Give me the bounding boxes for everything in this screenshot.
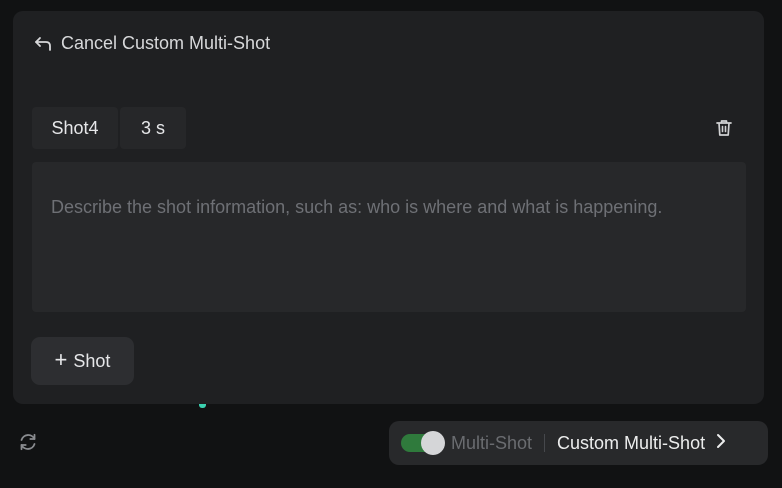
- refresh-icon[interactable]: [17, 431, 39, 453]
- trash-icon[interactable]: [713, 117, 735, 139]
- plus-icon: +: [54, 347, 68, 372]
- multi-shot-label: Multi-Shot: [451, 432, 533, 453]
- custom-multi-shot-button[interactable]: Custom Multi-Shot: [557, 433, 705, 454]
- accent-indicator: [199, 404, 206, 408]
- shot-duration-select[interactable]: 3 s: [120, 107, 186, 149]
- shot-description-placeholder: Describe the shot information, such as: …: [51, 197, 663, 217]
- cancel-label: Cancel Custom Multi-Shot: [61, 33, 271, 53]
- shot-header: Shot4 3 s: [32, 107, 186, 149]
- back-arrow-icon: [33, 35, 53, 53]
- add-shot-label: Shot: [73, 350, 111, 371]
- shot-description-input[interactable]: Describe the shot information, such as: …: [32, 162, 746, 312]
- toggle-knob: [421, 431, 445, 455]
- shot-name-tab[interactable]: Shot4: [32, 107, 118, 149]
- cancel-custom-multi-shot-button[interactable]: Cancel Custom Multi-Shot: [33, 33, 270, 54]
- multi-shot-panel: Cancel Custom Multi-Shot Shot4 3 s Descr…: [13, 11, 764, 404]
- divider: [544, 434, 546, 452]
- mode-bar: Multi-Shot Custom Multi-Shot: [389, 421, 768, 465]
- add-shot-button[interactable]: + Shot: [31, 337, 134, 385]
- chevron-right-icon[interactable]: [715, 433, 727, 454]
- multi-shot-toggle[interactable]: [401, 431, 445, 455]
